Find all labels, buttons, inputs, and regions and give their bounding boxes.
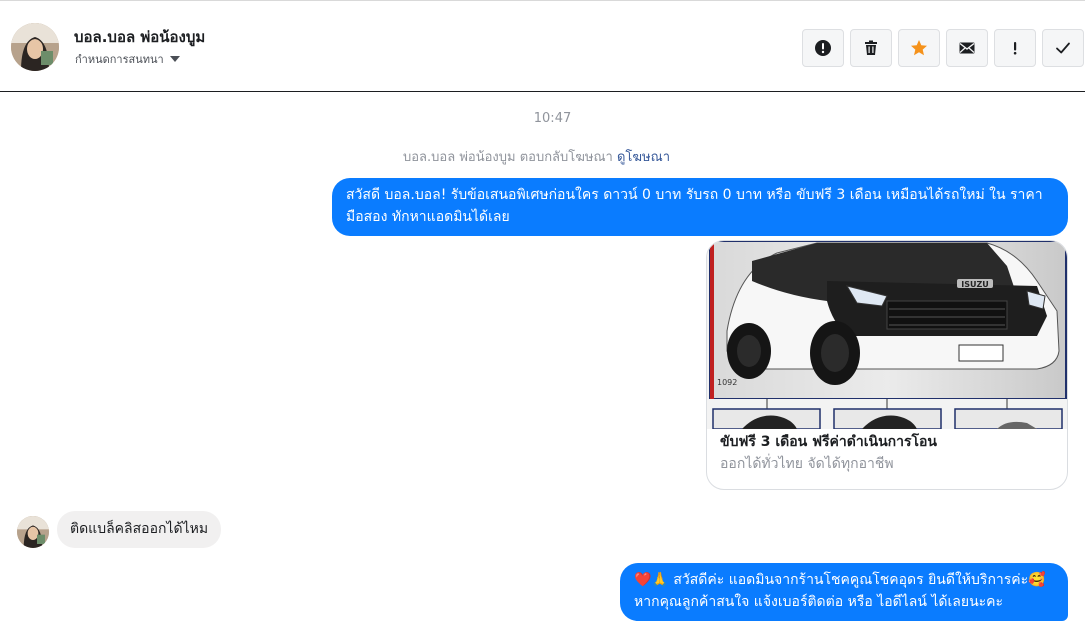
star-icon <box>911 40 927 56</box>
caret-down-icon <box>169 56 180 62</box>
envelope-icon <box>959 42 975 54</box>
mark-spam-button[interactable] <box>802 29 844 67</box>
ad-preview-card[interactable]: ISUZU 1092 ขับฟรี 3 เดือน ฟรีค่าดำเนินกา… <box>706 240 1068 490</box>
ad-card-subtitle: ออกได้ทั่วไทย จัดได้ทุกอาชีพ <box>720 456 894 472</box>
follow-up-button[interactable] <box>994 29 1036 67</box>
ad-car-image: ISUZU 1092 <box>707 241 1067 429</box>
assign-conversation-dropdown[interactable]: กำหนดการสนทนา <box>75 50 180 68</box>
ad-reply-notice: บอล.บอล พ่อน้องบูม ตอบกลับโฆษณา ดูโฆษณา <box>403 146 670 167</box>
ad-reply-text: บอล.บอล พ่อน้องบูม ตอบกลับโฆษณา <box>403 150 613 165</box>
star-button[interactable] <box>898 29 940 67</box>
outgoing-message: ❤️🙏 สวัสดีค่ะ แอดมินจากร้านโชคคูณโชคอุดร… <box>620 563 1068 621</box>
view-ad-link[interactable]: ดูโฆษณา <box>617 150 670 165</box>
mark-unread-button[interactable] <box>946 29 988 67</box>
assign-conversation-label: กำหนดการสนทนา <box>75 53 164 66</box>
mark-done-button[interactable] <box>1042 29 1084 67</box>
delete-button[interactable] <box>850 29 892 67</box>
contact-name[interactable]: บอล.บอล พ่อน้องบูม <box>74 25 205 49</box>
conversation-view: บอล.บอล พ่อน้องบูม กำหนดการสนทนา 10:47 บ… <box>0 0 1085 629</box>
ad-card-title: ขับฟรี 3 เดือน ฟรีค่าดำเนินการโอน <box>720 434 937 450</box>
checkmark-icon <box>1056 42 1070 54</box>
outgoing-message: สวัสดี บอล.บอล! รับข้อเสนอพิเศษก่อนใคร ด… <box>332 178 1068 236</box>
car-brand-text: ISUZU <box>961 280 989 289</box>
car-plate-text: 1092 <box>717 378 737 387</box>
contact-avatar[interactable] <box>11 23 59 71</box>
incoming-message: ติดแบล็คลิสออกได้ไหม <box>57 511 222 548</box>
sender-avatar <box>17 516 49 548</box>
message-timestamp: 10:47 <box>533 111 572 126</box>
exclamation-icon <box>1013 42 1017 55</box>
conversation-header: บอล.บอล พ่อน้องบูม กำหนดการสนทนา <box>0 0 1085 92</box>
trash-icon <box>865 40 877 55</box>
exclamation-circle-icon <box>815 40 831 56</box>
